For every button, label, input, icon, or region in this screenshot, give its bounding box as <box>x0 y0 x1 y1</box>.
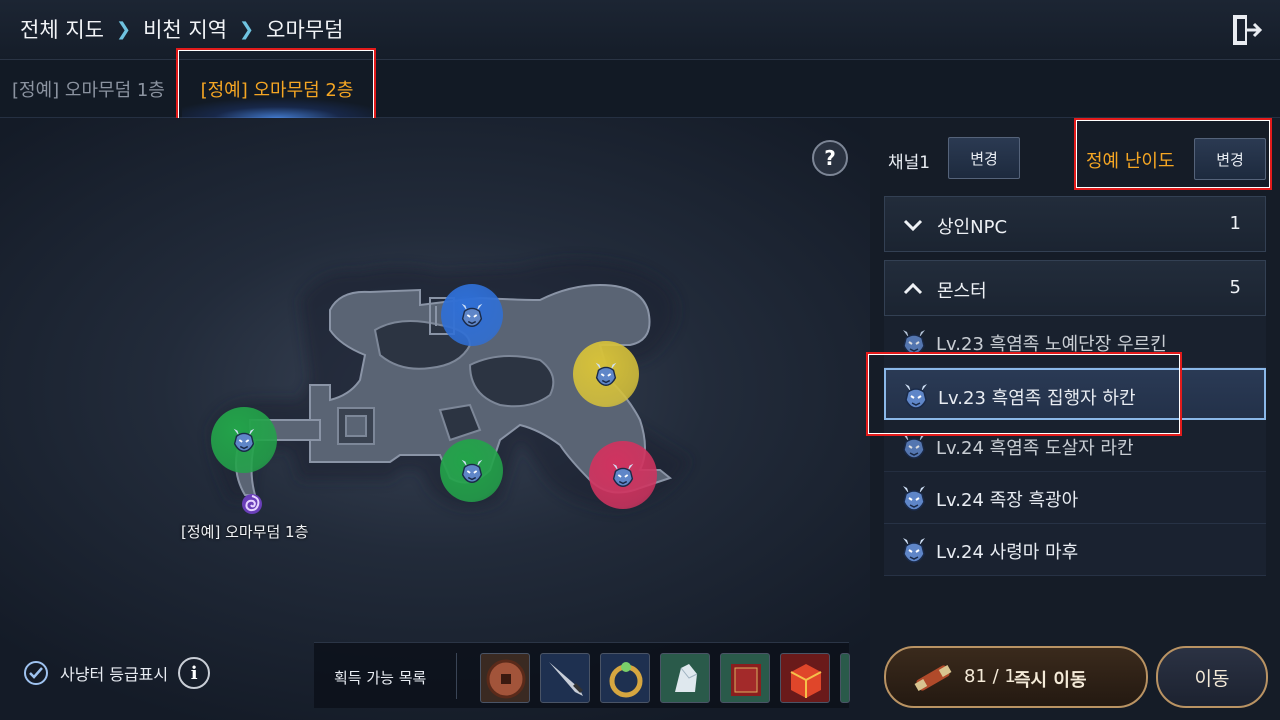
exit-icon[interactable] <box>1230 12 1264 48</box>
boss-marker[interactable] <box>441 284 503 346</box>
monster-row[interactable]: Lv.24 사령마 마후 <box>884 524 1266 576</box>
breadcrumb-area: 오마무덤 <box>266 18 344 42</box>
boss-icon <box>233 428 255 452</box>
boss-marker[interactable] <box>589 441 657 509</box>
boss-marker[interactable] <box>211 407 277 473</box>
divider <box>456 653 457 699</box>
map-area[interactable]: ? <box>0 118 870 720</box>
boss-marker[interactable] <box>573 341 639 407</box>
teleport-label: 즉시 이동 <box>1014 670 1087 691</box>
coin-icon[interactable] <box>480 653 530 703</box>
chevron-right-icon: ❯ <box>239 18 255 40</box>
portal-icon[interactable] <box>240 492 264 516</box>
section-title: 몬스터 <box>937 281 987 302</box>
grade-toggle[interactable]: 사냥터 등급표시 i <box>24 657 211 689</box>
monster-name: Lv.24 사령마 마후 <box>936 542 1079 563</box>
book-icon[interactable] <box>720 653 770 703</box>
portal-label: [정예] 오마무덤 1층 <box>181 523 309 541</box>
info-icon[interactable]: i <box>178 657 211 689</box>
chevron-up-icon <box>903 282 923 295</box>
tab-floor-1[interactable]: [정예] 오마무덤 1층 <box>12 76 165 102</box>
channel-label: 채널1 <box>888 153 931 173</box>
checkbox-checked-icon[interactable] <box>24 661 48 685</box>
section-count: 5 <box>1229 277 1241 298</box>
section-title: 상인NPC <box>937 217 1008 238</box>
boss-icon <box>612 463 634 487</box>
scroll-icon <box>914 665 952 691</box>
chevron-down-icon <box>903 219 923 232</box>
teleport-count: 81 / 1 <box>964 666 1016 687</box>
highlight-box <box>176 48 376 125</box>
loot-bar: 획득 가능 목록 <box>314 642 850 708</box>
loot-label: 획득 가능 목록 <box>334 669 427 687</box>
monster-name: Lv.24 흑염족 도살자 라칸 <box>936 438 1134 459</box>
boss-icon <box>898 534 930 566</box>
chevron-right-icon: ❯ <box>115 18 132 40</box>
crystal-icon[interactable] <box>660 653 710 703</box>
boss-marker[interactable] <box>440 439 503 502</box>
monster-name: Lv.24 족장 흑광아 <box>936 490 1079 511</box>
boss-icon <box>898 482 930 514</box>
loot-item-partial[interactable] <box>840 653 850 703</box>
highlight-box <box>1074 118 1272 190</box>
grade-label: 사냥터 등급표시 <box>60 665 169 684</box>
boss-icon <box>461 303 483 327</box>
help-button[interactable]: ? <box>812 140 848 176</box>
box-icon[interactable] <box>780 653 830 703</box>
instant-teleport-button[interactable]: 81 / 1 즉시 이동 <box>884 646 1148 708</box>
boss-icon <box>595 362 617 386</box>
highlight-box <box>866 352 1182 436</box>
move-button[interactable]: 이동 <box>1156 646 1268 708</box>
boss-icon <box>461 459 482 483</box>
section-monsters[interactable]: 몬스터 5 <box>884 260 1266 316</box>
dagger-icon[interactable] <box>540 653 590 703</box>
section-count: 1 <box>1229 213 1241 234</box>
breadcrumb-region[interactable]: 비천 지역 <box>143 14 227 44</box>
section-merchant-npc[interactable]: 상인NPC 1 <box>884 196 1266 252</box>
channel-change-button[interactable]: 변경 <box>948 137 1020 179</box>
dragon-ring-icon[interactable] <box>600 653 650 703</box>
dungeon-map <box>210 259 690 510</box>
monster-row[interactable]: Lv.24 족장 흑광아 <box>884 472 1266 524</box>
breadcrumb: 전체 지도 ❯ 비천 지역 ❯ 오마무덤 <box>20 14 343 44</box>
breadcrumb-world-map[interactable]: 전체 지도 <box>20 14 104 44</box>
